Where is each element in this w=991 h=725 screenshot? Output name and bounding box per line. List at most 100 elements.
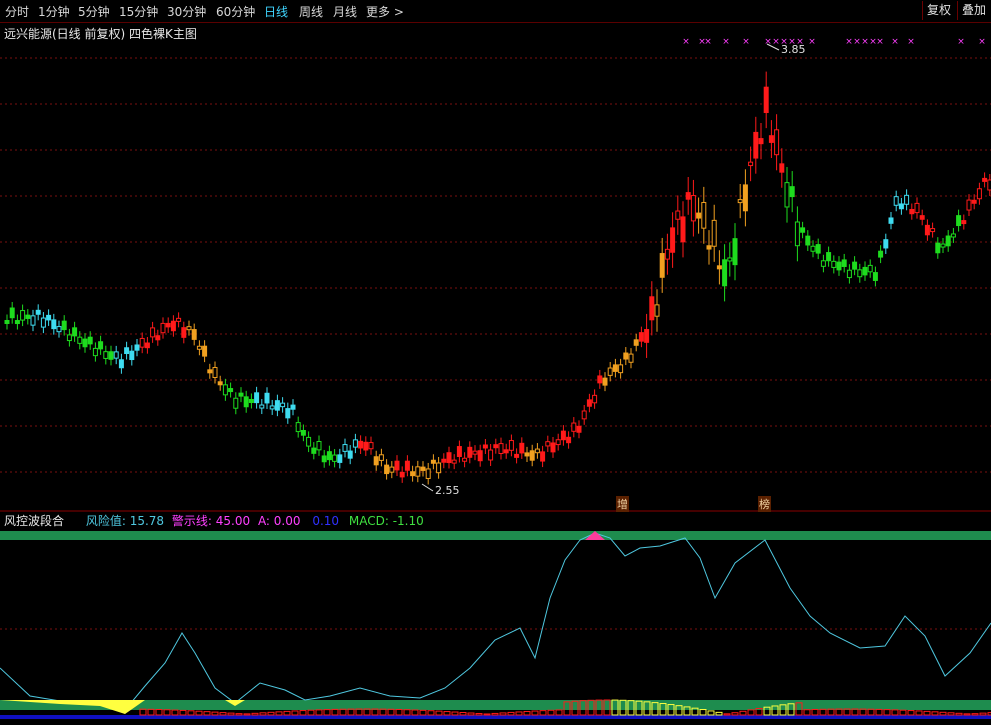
- candle-body: [212, 367, 218, 378]
- candle-body: [238, 392, 244, 397]
- candle-body: [61, 320, 67, 331]
- candlestick-chart[interactable]: × ×× × × × × × × × × × × × × × × × × ×: [0, 0, 991, 512]
- candle-body: [649, 296, 655, 321]
- candle-body: [446, 452, 452, 464]
- candle-body: [982, 177, 988, 182]
- macd-bar: [555, 709, 563, 716]
- macd-bar: [307, 709, 315, 716]
- signal-tag-list: 榜: [758, 496, 771, 512]
- macd-bar: [955, 712, 963, 716]
- macd-bar: [299, 710, 307, 716]
- signal-mark-icon: ×: [853, 37, 861, 47]
- candle-body: [306, 436, 312, 447]
- macd-bar: [411, 709, 419, 716]
- macd-bar: [875, 708, 883, 716]
- candle-body: [706, 245, 712, 250]
- candle-body: [945, 235, 951, 247]
- signal-mark-icon: ×: [772, 37, 780, 47]
- macd-bar: [331, 708, 339, 716]
- candle-body: [628, 353, 634, 363]
- candle-body: [332, 454, 338, 462]
- signal-mark-icon: ×: [682, 37, 690, 47]
- macd-bar: [499, 712, 507, 716]
- macd-bar: [947, 712, 955, 716]
- signal-mark-icon: ×: [876, 37, 884, 47]
- candle-body: [87, 336, 93, 345]
- candle-body: [732, 238, 738, 266]
- macd-bar: [803, 709, 811, 716]
- candle-body: [971, 199, 977, 204]
- indicator-title-row: 风控波段合 风险值: 15.78 警示线: 45.00 A: 0.00 0.10…: [4, 512, 424, 529]
- candle-body: [316, 441, 322, 451]
- candle-body: [701, 201, 707, 229]
- candle-body: [779, 163, 785, 173]
- candle-body: [498, 443, 504, 454]
- lower-band: [0, 700, 991, 710]
- macd-bar: [147, 708, 155, 716]
- candle-body: [56, 326, 62, 333]
- candle-body: [935, 242, 941, 254]
- candle-body: [534, 448, 540, 454]
- candle-body: [644, 329, 650, 343]
- macd-bar: [203, 711, 211, 716]
- candle-body: [186, 326, 192, 331]
- candle-body: [540, 451, 546, 462]
- macd-bar: [915, 710, 923, 716]
- candle-body: [389, 466, 395, 473]
- macd-bar: [963, 713, 971, 716]
- macd-bar: [227, 712, 235, 716]
- candle-body: [878, 250, 884, 258]
- candle-body: [66, 334, 72, 342]
- candle-body: [488, 449, 494, 461]
- candle-body: [347, 450, 353, 459]
- candle-body: [378, 454, 384, 461]
- candle-body: [841, 259, 847, 267]
- candle-body: [72, 327, 78, 337]
- low-pointer-icon: [421, 483, 434, 492]
- candle-body: [722, 259, 728, 287]
- candle-body: [508, 440, 514, 451]
- signal-mark-icon: ×: [957, 37, 965, 47]
- candle-body: [748, 161, 754, 167]
- candle-body: [914, 202, 920, 214]
- candle-body: [337, 454, 343, 463]
- signal-tag-increase: 增: [616, 496, 629, 512]
- macd-bar: [707, 710, 715, 716]
- macd-bar: [971, 713, 979, 716]
- candle-body: [46, 314, 52, 321]
- candle-body: [789, 186, 795, 198]
- macd-bar: [163, 709, 171, 716]
- candle-body: [92, 347, 98, 357]
- candle-body: [311, 447, 317, 454]
- signal-mark-icon: ×: [907, 37, 915, 47]
- risk-indicator-chart[interactable]: [0, 528, 991, 725]
- candle-body: [550, 442, 556, 453]
- candle-body: [961, 220, 967, 225]
- candle-body: [300, 429, 306, 436]
- candle-body: [165, 322, 171, 328]
- candle-body: [685, 192, 691, 200]
- candle-body: [696, 212, 702, 219]
- macd-bar: [435, 710, 443, 716]
- macd-bar: [547, 709, 555, 716]
- macd-bar: [419, 709, 427, 716]
- macd-bar: [267, 711, 275, 716]
- candle-body: [9, 307, 15, 319]
- candle-body: [545, 441, 551, 447]
- candle-body: [654, 304, 660, 317]
- signal-mark-icon: ×: [978, 37, 986, 47]
- candle-body: [207, 369, 213, 374]
- candle-body: [727, 257, 733, 262]
- candle-body: [607, 367, 613, 376]
- candle-body: [82, 338, 88, 348]
- macd-bar: [235, 713, 243, 716]
- candle-body: [898, 203, 904, 210]
- candle-body: [108, 351, 114, 360]
- macd-bar: [275, 711, 283, 716]
- macd-bar: [443, 711, 451, 716]
- macd-bar: [699, 709, 707, 716]
- macd-bar: [323, 709, 331, 716]
- macd-bar: [195, 710, 203, 716]
- candle-body: [103, 351, 109, 359]
- macd-bar: [403, 709, 411, 716]
